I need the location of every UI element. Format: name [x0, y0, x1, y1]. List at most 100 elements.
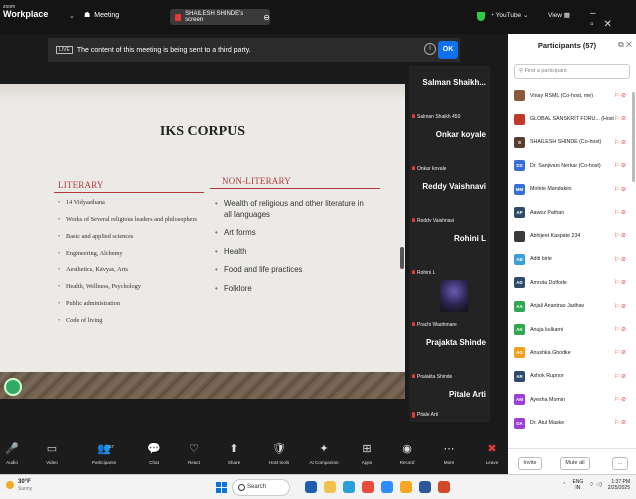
video-tile[interactable]: Reddy Vaishnavi Reddy Vaishnavi: [409, 170, 490, 228]
leave-button[interactable]: ✖ Leave: [475, 442, 509, 465]
microphone-icon: 🎤: [5, 443, 19, 455]
window-controls[interactable]: –▫✕: [590, 8, 636, 30]
video-tile[interactable]: Prachi Waghmare: [409, 274, 490, 332]
share-options-icon[interactable]: ⊖: [263, 13, 270, 22]
avatar: AG: [514, 347, 525, 359]
avatar: AA: [514, 300, 525, 312]
participant-row[interactable]: AK Anuja kulkarni ⚐ ⊘: [508, 318, 630, 341]
apps-button[interactable]: ⊞ Apps: [350, 442, 384, 465]
live-stream-notice: LIVE The content of this meeting is bein…: [48, 38, 460, 62]
view-label: View: [548, 12, 562, 19]
security-shield-icon[interactable]: [477, 12, 485, 21]
toolbar-label: Audio: [6, 460, 18, 465]
avatar: AR: [514, 370, 525, 382]
participant-row[interactable]: AG Anushka Ghodke ⚐ ⊘: [508, 341, 630, 364]
list-item: Code of living: [58, 317, 208, 325]
zoom-app-icon[interactable]: [381, 481, 393, 493]
tray-chevron-icon[interactable]: ⌃: [562, 482, 566, 488]
video-tile[interactable]: Prajakta Shinde Prajakta Shinde: [409, 326, 490, 384]
start-icon[interactable]: [216, 482, 227, 493]
chevron-down-icon[interactable]: ⌄: [69, 12, 75, 20]
video-tile[interactable]: Pitale Arti Pitale Arti: [409, 378, 490, 422]
participant-row[interactable]: AA Anjali Anantrao Jadhav ⚐ ⊘: [508, 295, 630, 318]
video-tile[interactable]: Rohini L Rohini L: [409, 222, 490, 280]
ok-button[interactable]: OK: [438, 41, 458, 59]
app-icon[interactable]: [305, 481, 317, 493]
list-item: Basic and applied sciences: [58, 233, 208, 241]
avatar: [514, 90, 525, 102]
share-button[interactable]: ⬆ Share: [217, 442, 251, 465]
audio-button[interactable]: 🎤 Audio: [0, 442, 29, 465]
tile-name: Reddy Vaishnavi: [422, 182, 486, 191]
record-button[interactable]: ◉ Record: [390, 442, 424, 465]
participant-row[interactable]: AB Aditi birle ⚐ ⊘: [508, 248, 630, 271]
toolbar-label: Participants: [91, 460, 116, 465]
list-item: Health, Wellness, Psychology: [58, 283, 208, 291]
participant-search-input[interactable]: ⚲ Find a participant: [514, 64, 630, 79]
muted-status-icon: ⚐ ⊘: [613, 280, 626, 287]
meeting-toolbar: 🎤 Audio ▭ Video 👥 Participants 57 💬 Chat ♡ React ⬆ S…: [0, 440, 508, 474]
more-button[interactable]: ⋯ More: [432, 442, 466, 465]
video-button[interactable]: ▭ Video: [35, 442, 69, 465]
video-tile[interactable]: Onkar koyale Onkar koyale: [409, 118, 490, 176]
participant-row[interactable]: AP Aawez Pathan ⚐ ⊘: [508, 201, 630, 224]
muted-status-icon: ⚐ ⊘: [613, 397, 626, 404]
record-icon: ◉: [402, 443, 412, 455]
edge-icon[interactable]: [343, 481, 355, 493]
powerpoint-icon[interactable]: [438, 481, 450, 493]
weather-widget[interactable]: 30°F Sunny: [6, 479, 32, 492]
close-icon[interactable]: ✕: [626, 40, 632, 49]
participant-row[interactable]: Vinay RSML (Co-host, me) ⚐ ⊘: [508, 84, 630, 107]
video-tile[interactable]: Salman Shaikh... Salman Shaikh 450: [409, 66, 490, 124]
files-icon[interactable]: [400, 481, 412, 493]
participant-row[interactable]: AD Amruta Dolfode ⚐ ⊘: [508, 271, 630, 294]
folder-icon[interactable]: [324, 481, 336, 493]
sun-icon: [6, 481, 14, 489]
toolbar-label: Share: [227, 460, 241, 465]
tile-name: Onkar koyale: [435, 130, 486, 139]
participant-row[interactable]: Abhijeet Kaspate 234 ⚐ ⊘: [508, 224, 630, 247]
participant-name: Anjali Anantrao Jadhav: [530, 303, 585, 310]
info-icon[interactable]: i: [424, 43, 436, 55]
participant-row[interactable]: GLOBAL SANSKRIT FORU... (Host) ⚐ ⊘: [508, 107, 630, 130]
chat-button[interactable]: 💬 Chat: [137, 442, 171, 465]
chrome-icon[interactable]: [362, 481, 374, 493]
ai-companion-button[interactable]: ✦ AI Companion: [307, 442, 341, 465]
participant-row[interactable]: AR Ashok Rupnor ⚐ ⊘: [508, 365, 630, 388]
clock[interactable]: 1:37 PM 2/25/2025: [608, 479, 630, 492]
participant-list: Vinay RSML (Co-host, me) ⚐ ⊘ GLOBAL SANSKR…: [508, 84, 630, 435]
screen-share-indicator[interactable]: SHAILESH SHINDE's screen ⊖: [170, 9, 270, 25]
host-tools-button[interactable]: 🛡 Host tools: [262, 442, 296, 465]
taskbar-search[interactable]: Search: [232, 479, 290, 496]
participants-button[interactable]: 👥 Participants 57: [87, 442, 121, 465]
participant-row[interactable]: S SHAILESH SHINDE (Co-host) ⚐ ⊘: [508, 131, 630, 154]
word-icon[interactable]: [419, 481, 431, 493]
language-indicator[interactable]: ENG IN: [572, 479, 583, 491]
split-drag-handle[interactable]: [400, 247, 404, 269]
wifi-volume-icon[interactable]: ⌔ ◁): [589, 482, 601, 488]
panel-scrollbar[interactable]: [632, 92, 635, 182]
meeting-menu[interactable]: ☗ Meeting: [84, 11, 119, 20]
view-menu[interactable]: View ▦: [548, 11, 570, 19]
participant-row[interactable]: DA Dr. Atul Maske ⚐ ⊘: [508, 411, 630, 434]
logo-line2: Workplace: [3, 9, 49, 19]
lang-sub: IN: [575, 485, 581, 492]
date: 2/25/2025: [607, 485, 630, 492]
mute-all-button[interactable]: Mute all: [560, 457, 590, 470]
youtube-stream-menu[interactable]: ◔ YouTube ⌄: [490, 11, 528, 19]
participant-name: Anuja kulkarni: [530, 326, 564, 333]
more-options-button[interactable]: ...: [612, 457, 628, 470]
participant-row[interactable]: DS Dr. Sanjivani Nerkar (Co-host) ⚐ ⊘: [508, 154, 630, 177]
participant-row[interactable]: MM Mohite Mandakini ⚐ ⊘: [508, 178, 630, 201]
react-button[interactable]: ♡ React: [177, 442, 211, 465]
avatar: AD: [514, 277, 525, 289]
slide-title: IKS CORPUS: [159, 124, 246, 139]
list-item: Engineering, Alchemy: [58, 250, 208, 258]
toolbar-label: Leave: [485, 460, 499, 465]
participant-row[interactable]: AM Ayesha Momin ⚐ ⊘: [508, 388, 630, 411]
participant-name: Ashok Rupnor: [530, 373, 564, 380]
invite-button[interactable]: Invite: [518, 457, 542, 470]
muted-status-icon: ⚐ ⊘: [613, 139, 626, 146]
muted-status-icon: ⚐ ⊘: [613, 420, 626, 427]
popout-icon[interactable]: ⧉: [618, 40, 624, 49]
